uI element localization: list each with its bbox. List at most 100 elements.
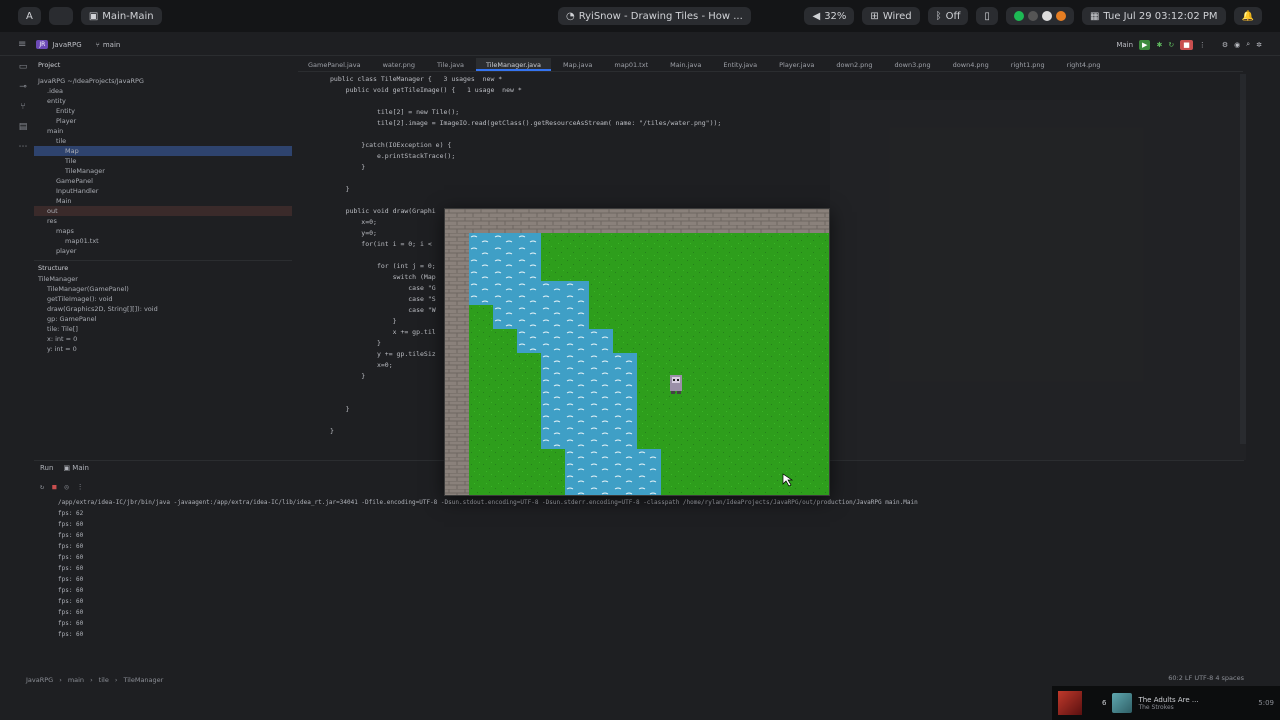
now-playing-title: RyiSnow - Drawing Tiles - How ... xyxy=(578,10,743,22)
network-status: Wired xyxy=(882,10,912,22)
editor-tab[interactable]: water.png xyxy=(373,58,425,71)
tree-item-label: Player xyxy=(56,117,77,125)
stop-icon[interactable]: ■ xyxy=(1180,39,1193,50)
steam-icon[interactable] xyxy=(1027,11,1038,21)
project-switcher[interactable]: JavaRPG xyxy=(52,41,81,49)
tree-item[interactable]: Map xyxy=(34,146,292,156)
run-config-tab[interactable]: ▣ Main xyxy=(63,464,89,472)
tree-item[interactable]: TileManager xyxy=(34,166,292,176)
bluetooth-indicator[interactable]: ᛒ Off xyxy=(927,7,969,25)
tree-item[interactable]: out xyxy=(34,206,292,216)
settings-icon[interactable]: ⚙ xyxy=(1222,41,1228,49)
tree-item[interactable]: Main xyxy=(34,196,292,206)
line-gutter xyxy=(298,74,326,454)
tree-item[interactable]: entity xyxy=(34,96,292,106)
structure-item[interactable]: TileManager(GamePanel) xyxy=(34,284,292,294)
rerun-icon[interactable]: ↻ xyxy=(1168,41,1174,49)
editor-tab[interactable]: down2.png xyxy=(826,58,882,71)
editor-tab[interactable]: down3.png xyxy=(885,58,941,71)
editor-tab[interactable]: TileManager.java xyxy=(476,58,551,71)
network-indicator[interactable]: ⊞ Wired xyxy=(862,7,920,25)
structure-item[interactable]: gp: GamePanel xyxy=(34,314,292,324)
tree-item-label: Map xyxy=(65,147,79,155)
battery-indicator[interactable]: ▯ xyxy=(976,7,998,25)
spotify-icon[interactable] xyxy=(1013,11,1024,21)
branch-switcher[interactable]: main xyxy=(103,41,121,49)
structure-item[interactable]: getTileImage(): void xyxy=(34,294,292,304)
focused-window-button[interactable]: ▣ Main-Main xyxy=(80,7,162,25)
editor-tab[interactable]: Main.java xyxy=(660,58,711,71)
speaker-icon: ◀ xyxy=(812,10,821,22)
tree-item[interactable]: Tile xyxy=(34,156,292,166)
stop-icon[interactable]: ■ xyxy=(52,483,56,493)
media-indicator[interactable]: ◔ RyiSnow - Drawing Tiles - How ... xyxy=(558,7,751,25)
account-icon[interactable]: ◉ xyxy=(1234,41,1240,49)
tree-item[interactable]: InputHandler xyxy=(34,186,292,196)
structure-item[interactable]: x: int = 0 xyxy=(34,334,292,344)
folder-icon[interactable]: ▭ xyxy=(19,62,28,72)
game-canvas[interactable] xyxy=(445,209,830,496)
gear-icon[interactable]: ✲ xyxy=(1256,41,1262,49)
structure-item[interactable]: tile: Tile[] xyxy=(34,324,292,334)
tray-icons[interactable] xyxy=(1005,7,1074,25)
editor-tab[interactable]: map01.txt xyxy=(604,58,658,71)
more-icon[interactable]: ⋮ xyxy=(1199,41,1206,49)
tree-item[interactable]: Player xyxy=(34,116,292,126)
editor-tab[interactable]: Map.java xyxy=(553,58,602,71)
more-tools-icon[interactable]: ⋯ xyxy=(19,142,28,152)
tree-item-label: out xyxy=(47,207,58,215)
debug-icon[interactable]: ✱ xyxy=(1156,41,1162,49)
line-number xyxy=(298,162,326,173)
rerun-icon[interactable]: ↻ xyxy=(40,483,44,493)
water-tile xyxy=(565,449,661,473)
editor-tab[interactable]: right1.png xyxy=(1001,58,1055,71)
editor-tab[interactable]: Player.java xyxy=(769,58,824,71)
run-tab[interactable]: Run xyxy=(40,464,53,472)
package-tray-icon[interactable] xyxy=(1055,11,1066,21)
editor-tab[interactable]: right4.png xyxy=(1057,58,1111,71)
breadcrumb-item[interactable]: main xyxy=(68,676,84,684)
water-tile xyxy=(517,329,613,353)
track-art[interactable] xyxy=(1112,693,1133,713)
game-window[interactable] xyxy=(444,208,830,496)
hamburger-menu-icon[interactable]: ≡ xyxy=(18,39,26,50)
clock[interactable]: ▦ Tue Jul 29 03:12:02 PM xyxy=(1081,7,1226,25)
editor-tab[interactable]: GamePanel.java xyxy=(298,58,371,71)
tree-item[interactable]: player xyxy=(34,246,292,256)
camera-icon[interactable]: ◎ xyxy=(64,483,68,493)
search-icon[interactable]: ⌕ xyxy=(1246,40,1250,49)
tree-item[interactable]: .idea xyxy=(34,86,292,96)
tree-item[interactable]: tile xyxy=(34,136,292,146)
breadcrumb-item[interactable]: TileManager xyxy=(123,676,163,684)
structure-item[interactable]: TileManager xyxy=(34,274,292,284)
structure-item[interactable]: y: int = 0 xyxy=(34,344,292,354)
commit-icon[interactable]: ⊸ xyxy=(19,82,27,92)
breadcrumb-item[interactable]: JavaRPG xyxy=(26,676,53,684)
editor-tab[interactable]: down4.png xyxy=(943,58,999,71)
run-icon[interactable]: ▶ xyxy=(1139,39,1151,50)
run-config-select[interactable]: Main xyxy=(1116,41,1133,49)
breadcrumb-item[interactable]: tile xyxy=(99,676,109,684)
structure-item[interactable]: draw(Graphics2D, String[][]): void xyxy=(34,304,292,314)
editor-tab[interactable]: Entity.java xyxy=(713,58,767,71)
tree-item[interactable]: map01.txt xyxy=(34,236,292,246)
tree-item[interactable]: maps xyxy=(34,226,292,236)
pull-request-icon[interactable]: ⑂ xyxy=(20,102,25,112)
activities-button[interactable]: A xyxy=(18,7,41,25)
volume-indicator[interactable]: ◀ 32% xyxy=(804,7,855,25)
notifications-button[interactable]: 🔔 xyxy=(1233,7,1262,25)
structure-item-label: y: int = 0 xyxy=(47,345,77,353)
album-art-thumb[interactable] xyxy=(1058,691,1082,715)
more-icon[interactable]: ⋮ xyxy=(77,483,84,493)
tree-item[interactable]: res xyxy=(34,216,292,226)
water-tile xyxy=(469,257,541,281)
tree-item[interactable]: main xyxy=(34,126,292,136)
tree-item[interactable]: GamePanel xyxy=(34,176,292,186)
status-right: 60:2 LF UTF-8 4 spaces xyxy=(1168,674,1244,682)
app-tray-icon[interactable] xyxy=(1041,11,1052,21)
editor-tab[interactable]: Tile.java xyxy=(427,58,474,71)
tree-item[interactable]: Entity xyxy=(34,106,292,116)
workspace-indicator[interactable] xyxy=(48,7,73,25)
tree-item[interactable]: JavaRPG ~/IdeaProjects/JavaRPG xyxy=(34,76,292,86)
structure-icon[interactable]: ▤ xyxy=(19,122,28,132)
